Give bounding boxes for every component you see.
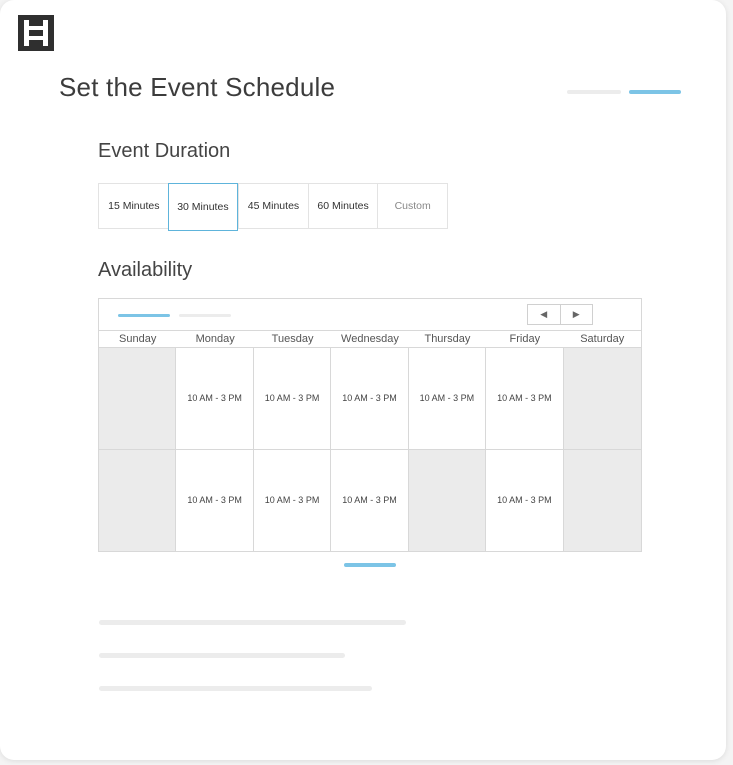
calendar-cell[interactable]: 10 AM - 3 PM (486, 348, 564, 450)
calendar-cell[interactable] (563, 449, 641, 551)
duration-45-button[interactable]: 45 Minutes (238, 184, 308, 228)
duration-30-button[interactable]: 30 Minutes (167, 183, 239, 231)
availability-calendar: ◀ ▶ Sunday Monday Tuesday Wednesday Thur… (98, 298, 642, 552)
calendar-tab-active[interactable] (118, 314, 170, 317)
calendar-cell[interactable] (99, 348, 177, 450)
placeholder-text-line (99, 620, 406, 625)
duration-60-button[interactable]: 60 Minutes (307, 184, 378, 228)
placeholder-text-line (99, 686, 372, 691)
calendar-cell[interactable]: 10 AM - 3 PM (331, 348, 409, 450)
placeholder-text-line (99, 653, 345, 658)
calendar-cell[interactable] (563, 348, 641, 450)
day-tuesday: Tuesday (271, 333, 314, 345)
day-wednesday: Wednesday (341, 333, 399, 345)
availability-grid: 10 AM - 3 PM 10 AM - 3 PM 10 AM - 3 PM 1… (99, 348, 641, 551)
day-sunday: Sunday (119, 333, 157, 345)
step-indicator (567, 90, 683, 94)
chevron-right-icon[interactable]: ▶ (561, 305, 593, 324)
calendar-cell[interactable]: 10 AM - 3 PM (253, 449, 332, 551)
day-monday: Monday (195, 333, 235, 345)
calendar-cell[interactable]: 10 AM - 3 PM (253, 348, 332, 450)
day-saturday: Saturday (580, 333, 625, 345)
calendar-cell[interactable] (408, 449, 487, 551)
calendar-view-tabs (118, 314, 233, 318)
step-2-indicator[interactable] (629, 90, 681, 94)
calendar-cell[interactable]: 10 AM - 3 PM (408, 348, 487, 450)
step-1-indicator[interactable] (567, 90, 621, 94)
day-header-row: Sunday Monday Tuesday Wednesday Thursday… (99, 330, 641, 348)
day-friday: Friday (509, 333, 541, 345)
page-title: Set the Event Schedule (59, 72, 336, 102)
calendar-cell[interactable]: 10 AM - 3 PM (176, 348, 254, 450)
schedule-card: Set the Event Schedule Event Duration 15… (0, 0, 726, 760)
availability-label: Availability (98, 259, 193, 281)
calendar-cell[interactable]: 10 AM - 3 PM (176, 449, 254, 551)
duration-custom-button[interactable]: Custom (377, 184, 447, 228)
day-thursday: Thursday (424, 333, 471, 345)
duration-15-button[interactable]: 15 Minutes (99, 184, 169, 228)
calendar-tab-inactive[interactable] (179, 314, 231, 317)
pager-indicator (344, 563, 396, 567)
h-logo-icon (18, 15, 54, 51)
calendar-cell[interactable]: 10 AM - 3 PM (331, 449, 409, 551)
duration-options: 15 Minutes 30 Minutes 45 Minutes 60 Minu… (98, 183, 448, 231)
chevron-left-icon[interactable]: ◀ (528, 305, 561, 324)
week-nav: ◀ ▶ (527, 304, 593, 325)
calendar-cell[interactable] (99, 449, 177, 551)
calendar-cell[interactable]: 10 AM - 3 PM (486, 449, 564, 551)
event-duration-label: Event Duration (98, 140, 231, 162)
